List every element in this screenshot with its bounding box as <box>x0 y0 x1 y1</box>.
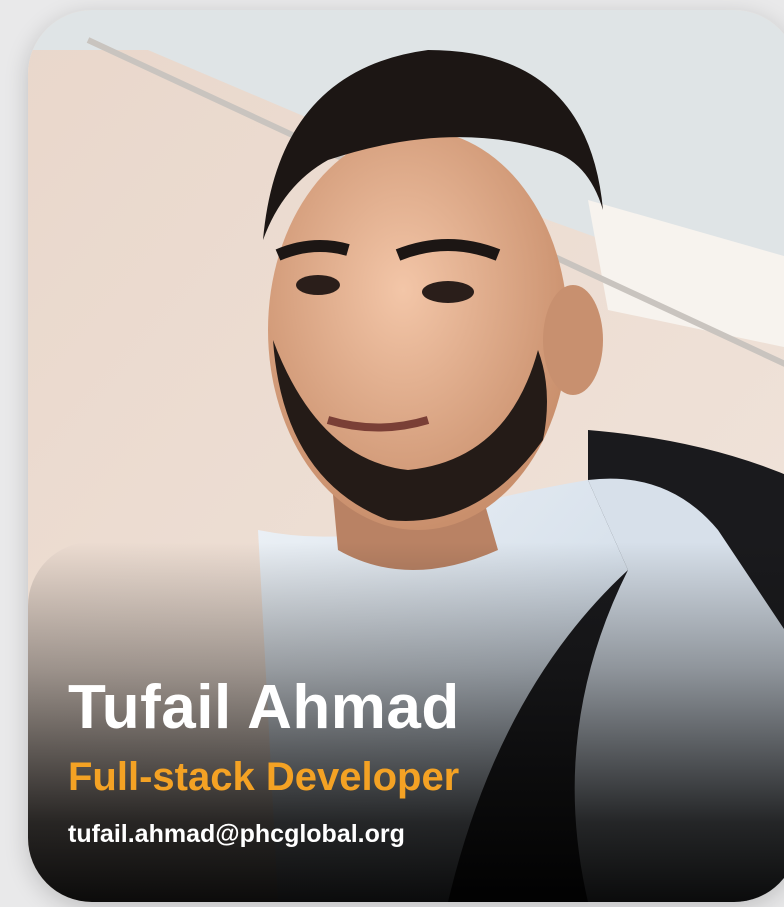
profile-name: Tufail Ahmad <box>68 673 460 742</box>
page-stage: Tufail Ahmad Full-stack Developer tufail… <box>0 0 784 907</box>
profile-email[interactable]: tufail.ahmad@phcglobal.org <box>68 820 405 849</box>
profile-role: Full-stack Developer <box>68 755 460 799</box>
